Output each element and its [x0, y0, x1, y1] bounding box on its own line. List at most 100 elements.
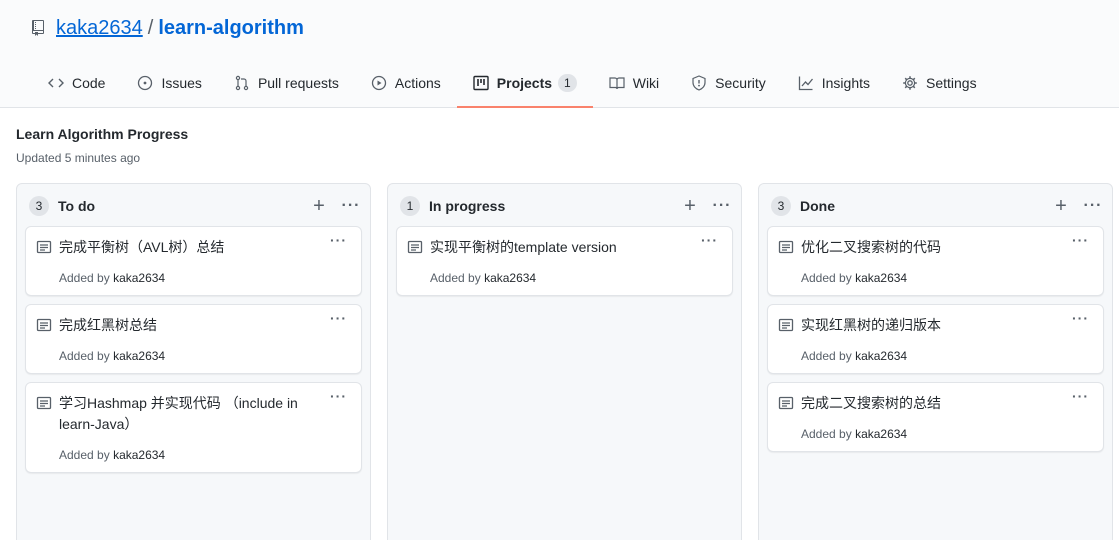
card-menu-button[interactable]: ··· [701, 232, 718, 248]
tab-label: Code [72, 75, 106, 91]
added-by-label: Added by [801, 427, 852, 441]
tab-label: Settings [926, 75, 977, 91]
repo-title: kaka2634 / learn-algorithm [32, 14, 304, 42]
projects-counter: 1 [558, 74, 577, 92]
note-icon [36, 240, 52, 254]
tab-issues[interactable]: Issues [121, 60, 217, 108]
project-title: Learn Algorithm Progress [16, 126, 189, 142]
column-menu-button[interactable]: ··· [711, 198, 733, 214]
tab-label: Security [715, 75, 766, 91]
card-menu-button[interactable]: ··· [1072, 232, 1089, 248]
card-menu-button[interactable]: ··· [1072, 388, 1089, 404]
card-meta: Added by kaka2634 [801, 349, 907, 363]
add-card-button[interactable]: + [679, 196, 701, 216]
column-in-progress: 1 In progress + ··· 实现平衡树的template versi… [387, 183, 742, 540]
tab-actions[interactable]: Actions [355, 60, 457, 108]
project-icon [473, 75, 489, 91]
card-title: 学习Hashmap 并实现代码 （include in learn-Java） [59, 395, 298, 432]
note-card[interactable]: 完成二叉搜索树的总结 ··· Added by kaka2634 [767, 382, 1104, 452]
added-by-label: Added by [430, 271, 481, 285]
card-menu-button[interactable]: ··· [330, 232, 347, 248]
play-icon [371, 75, 387, 91]
note-card[interactable]: 完成红黑树总结 ··· Added by kaka2634 [25, 304, 362, 374]
note-card[interactable]: 实现红黑树的递归版本 ··· Added by kaka2634 [767, 304, 1104, 374]
column-header: 3 Done + ··· [771, 196, 1104, 216]
repo-separator: / [147, 16, 154, 39]
add-card-button[interactable]: + [1050, 196, 1072, 216]
repo-tabs: Code Issues Pull requests Actions Projec… [32, 60, 993, 108]
card-menu-button[interactable]: ··· [330, 310, 347, 326]
card-user-link[interactable]: kaka2634 [855, 271, 907, 285]
tab-label: Issues [161, 75, 202, 91]
tab-label: Actions [394, 75, 441, 91]
pull-request-icon [235, 75, 249, 91]
tab-label: Wiki [632, 75, 660, 91]
column-count: 1 [400, 196, 420, 216]
book-icon [609, 77, 625, 90]
tab-insights[interactable]: Insights [782, 60, 886, 108]
card-user-link[interactable]: kaka2634 [113, 448, 165, 462]
column-menu-button[interactable]: ··· [1082, 198, 1104, 214]
card-meta: Added by kaka2634 [430, 271, 536, 285]
add-card-button[interactable]: + [308, 196, 330, 216]
note-icon [778, 396, 794, 410]
tab-label: Insights [821, 75, 870, 91]
column-menu-button[interactable]: ··· [340, 198, 362, 214]
note-card[interactable]: 实现平衡树的template version ··· Added by kaka… [396, 226, 733, 296]
column-name: In progress [429, 198, 506, 214]
project-updated: Updated 5 minutes ago [16, 151, 141, 165]
card-title: 优化二叉搜索树的代码 [801, 239, 941, 255]
card-title: 实现平衡树的template version [430, 239, 617, 255]
note-icon [407, 240, 423, 254]
added-by-label: Added by [801, 349, 852, 363]
card-meta: Added by kaka2634 [801, 271, 907, 285]
repo-owner-link[interactable]: kaka2634 [56, 17, 143, 40]
issue-icon [138, 75, 153, 91]
card-menu-button[interactable]: ··· [330, 388, 347, 404]
card-meta: Added by kaka2634 [801, 427, 907, 441]
tab-code[interactable]: Code [32, 60, 121, 108]
card-menu-button[interactable]: ··· [1072, 310, 1089, 326]
repo-header: kaka2634 / learn-algorithm Code Issues P… [0, 0, 1119, 108]
column-name: To do [58, 198, 96, 214]
tab-pull-requests[interactable]: Pull requests [218, 60, 355, 108]
card-user-link[interactable]: kaka2634 [855, 349, 907, 363]
card-user-link[interactable]: kaka2634 [113, 271, 165, 285]
card-title: 完成平衡树（AVL树）总结 [59, 239, 225, 255]
added-by-label: Added by [59, 271, 110, 285]
card-title: 完成二叉搜索树的总结 [801, 395, 941, 411]
card-title: 完成红黑树总结 [59, 317, 157, 333]
tab-projects[interactable]: Projects 1 [456, 60, 593, 108]
repo-name-link[interactable]: learn-algorithm [158, 17, 304, 40]
column-header: 3 To do + ··· [29, 196, 362, 216]
shield-icon [692, 75, 706, 91]
column-done: 3 Done + ··· 优化二叉搜索树的代码 ··· Added by kak… [758, 183, 1113, 540]
added-by-label: Added by [59, 448, 110, 462]
added-by-label: Added by [59, 349, 110, 363]
column-header: 1 In progress + ··· [400, 196, 733, 216]
repo-icon [32, 18, 48, 38]
tab-settings[interactable]: Settings [886, 60, 993, 108]
card-meta: Added by kaka2634 [59, 349, 165, 363]
tab-wiki[interactable]: Wiki [593, 60, 675, 108]
tab-label: Pull requests [257, 75, 339, 91]
note-icon [778, 240, 794, 254]
card-user-link[interactable]: kaka2634 [855, 427, 907, 441]
card-user-link[interactable]: kaka2634 [113, 349, 165, 363]
tab-label: Projects [496, 75, 553, 91]
note-card[interactable]: 学习Hashmap 并实现代码 （include in learn-Java） … [25, 382, 362, 473]
added-by-label: Added by [801, 271, 852, 285]
card-title: 实现红黑树的递归版本 [801, 317, 941, 333]
gear-icon [903, 76, 917, 90]
note-icon [36, 318, 52, 332]
card-user-link[interactable]: kaka2634 [484, 271, 536, 285]
note-card[interactable]: 优化二叉搜索树的代码 ··· Added by kaka2634 [767, 226, 1104, 296]
note-icon [36, 396, 52, 410]
code-icon [48, 78, 64, 88]
card-meta: Added by kaka2634 [59, 448, 165, 462]
note-card[interactable]: 完成平衡树（AVL树）总结 ··· Added by kaka2634 [25, 226, 362, 296]
tab-security[interactable]: Security [675, 60, 782, 108]
note-icon [778, 318, 794, 332]
column-count: 3 [771, 196, 791, 216]
column-name: Done [800, 198, 835, 214]
